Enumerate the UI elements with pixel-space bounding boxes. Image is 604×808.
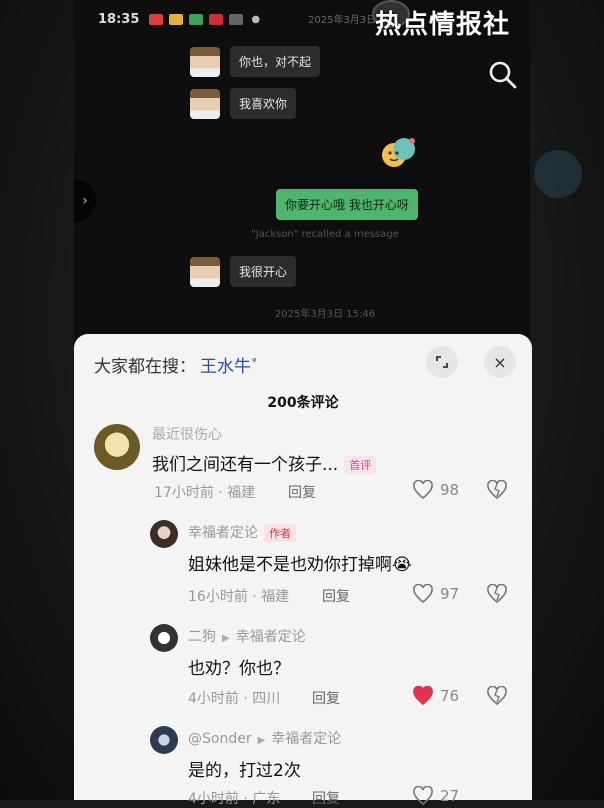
comment-author[interactable]: 二狗 ▶ 幸福者定论: [188, 626, 306, 646]
reply-arrow-icon: ▶: [257, 735, 266, 746]
comment-author[interactable]: 幸福者定论 作者: [188, 522, 296, 542]
expand-icon: [436, 356, 448, 368]
author-name: @Sonder: [188, 731, 252, 747]
heart-filled-icon: [413, 686, 433, 706]
message-bubble: 你要开心哦 我也开心呀: [276, 189, 418, 220]
reply-button[interactable]: 回复: [322, 586, 350, 606]
app-notification-icon: [149, 13, 164, 25]
like-button[interactable]: 76: [412, 686, 459, 706]
comment-meta: 4小时前 · 广东: [188, 791, 281, 807]
message-bubble: 我喜欢你: [230, 88, 297, 119]
like-count: 97: [440, 585, 460, 603]
comment-author[interactable]: 最近很伤心: [152, 424, 222, 444]
like-count: 98: [440, 481, 460, 499]
avatar[interactable]: [150, 726, 178, 754]
author-name: 二狗: [188, 629, 216, 645]
comments-panel: 大家都在搜： 王水牛 ᵠ × 200条评论 最近很伤心 我们之间还有一个孩子..…: [74, 334, 532, 807]
trending-keyword[interactable]: 王水牛: [200, 352, 251, 377]
comment-time: 4小时前: [188, 791, 239, 807]
like-count: 27: [440, 787, 460, 805]
search-icon[interactable]: [488, 60, 518, 90]
avatar: [190, 46, 220, 77]
heart-outline-icon: [413, 584, 433, 604]
chat-message: 我很开心: [190, 256, 297, 287]
app-notification-icon: [189, 13, 204, 25]
faint-date: 2025年3月3日: [308, 15, 377, 26]
comment-text: 也劝？你也？: [188, 659, 290, 679]
comment-location: 福建: [261, 589, 290, 605]
message-bubble: 我很开心: [230, 256, 297, 287]
more-dot-icon: ●: [251, 13, 261, 25]
close-button[interactable]: ×: [484, 346, 516, 378]
status-time: 18:35: [98, 11, 140, 27]
like-button[interactable]: 98: [412, 480, 459, 500]
like-button[interactable]: 97: [412, 584, 459, 604]
comment-text: 姐妹他是不是也劝你打掉啊😭: [188, 555, 412, 575]
comment-location: 四川: [252, 691, 281, 707]
comment-time: 16小时前: [188, 589, 248, 605]
comment-time: 4小时前: [188, 691, 239, 707]
search-small-icon: ᵠ: [252, 355, 257, 368]
comment-text: 是的，打过2次: [188, 761, 301, 781]
watermark: 热点情报社: [374, 10, 510, 40]
reply-button[interactable]: 回复: [312, 688, 340, 708]
reply-button[interactable]: 回复: [312, 788, 340, 808]
chat-message: 你也，对不起: [190, 46, 321, 77]
chat-timestamp: 2025年3月3日 15:46: [274, 309, 376, 320]
message-bubble: 你也，对不起: [230, 46, 321, 77]
avatar[interactable]: [150, 520, 178, 548]
hug-sticker-icon: [382, 138, 415, 167]
author-name: 幸福者定论: [188, 525, 258, 541]
comment-text: 我们之间还有一个孩子... 首评: [152, 450, 377, 475]
close-icon: ×: [493, 352, 507, 372]
comment-author[interactable]: @Sonder ▶ 幸福者定论: [188, 728, 341, 748]
avatar[interactable]: [94, 424, 140, 470]
broken-heart-icon[interactable]: [486, 686, 508, 706]
trending-search-label: 大家都在搜：: [94, 357, 196, 377]
avatar[interactable]: [150, 624, 178, 652]
reply-arrow-icon: ▶: [222, 633, 230, 644]
app-notification-icon: [169, 13, 184, 25]
author-badge: 作者: [264, 524, 296, 542]
heart-outline-icon: [413, 480, 433, 500]
first-comment-badge: 首评: [344, 456, 377, 474]
comment-time: 17小时前: [154, 485, 214, 501]
expand-button[interactable]: [426, 346, 458, 378]
comment-meta: 17小时前 · 福建: [154, 485, 256, 501]
comments-title: 200条评论: [267, 395, 339, 411]
recall-notice: "Jackson" recalled a message: [251, 229, 399, 240]
comment-location: 福建: [227, 485, 256, 501]
like-button[interactable]: 27: [412, 786, 459, 806]
broken-heart-icon[interactable]: [486, 584, 508, 604]
telegram-send-icon: [534, 150, 582, 198]
app-notification-icon: [229, 13, 244, 25]
broken-heart-icon[interactable]: [486, 480, 508, 500]
app-notification-icon: [209, 13, 224, 25]
reply-target: 幸福者定论: [271, 731, 342, 747]
avatar: [190, 256, 220, 287]
heart-outline-icon: [413, 786, 433, 806]
reply-button[interactable]: 回复: [288, 482, 316, 502]
comment-meta: 16小时前 · 福建: [188, 589, 290, 605]
chat-message: 我喜欢你: [190, 88, 297, 119]
avatar: [190, 88, 220, 119]
reply-target: 幸福者定论: [235, 629, 306, 645]
comment-meta: 4小时前 · 四川: [188, 691, 281, 707]
like-count: 76: [440, 687, 460, 705]
chat-message-self: 你要开心哦 我也开心呀: [276, 189, 418, 220]
comment-location: 广东: [252, 791, 281, 807]
trending-search[interactable]: 大家都在搜： 王水牛 ᵠ: [94, 352, 257, 377]
comment-text-content: 我们之间还有一个孩子...: [152, 455, 339, 475]
